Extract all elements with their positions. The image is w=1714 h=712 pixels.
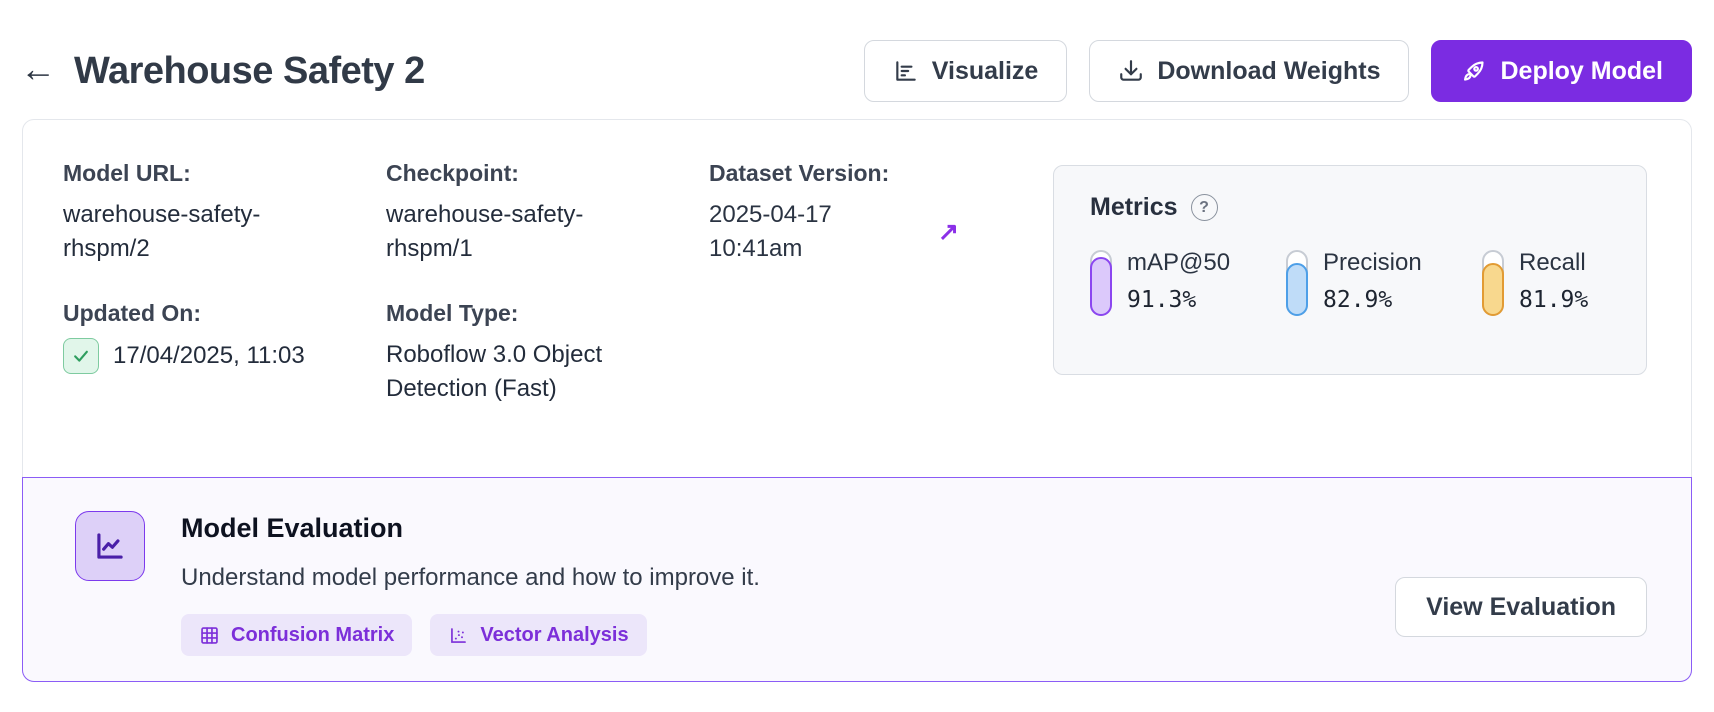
page-title: Warehouse Safety 2 (74, 50, 425, 93)
metric-gauge (1090, 250, 1112, 316)
dataset-version-value: 2025-04-17 10:41am (709, 198, 929, 266)
view-evaluation-label: View Evaluation (1426, 593, 1616, 622)
confusion-matrix-label: Confusion Matrix (231, 624, 394, 647)
dataset-version-link[interactable]: 2025-04-17 10:41am ↗ (709, 198, 959, 266)
checkpoint-field: Checkpoint: warehouse-safety-rhspm/1 (386, 158, 709, 266)
updated-on-value: 17/04/2025, 11:03 (113, 339, 305, 373)
visualize-label: Visualize (932, 57, 1039, 86)
model-fields: Model URL: warehouse-safety-rhspm/2 Upda… (63, 158, 1009, 477)
model-url-value: warehouse-safety-rhspm/2 (63, 198, 313, 266)
visualize-button[interactable]: Visualize (864, 40, 1068, 102)
line-chart-icon (75, 511, 145, 581)
metric-label: Precision (1323, 248, 1422, 278)
model-page: ← Warehouse Safety 2 Visualize Download … (0, 0, 1714, 682)
download-icon (1118, 58, 1144, 84)
scatter-icon (448, 625, 469, 646)
back-button[interactable]: ← (20, 51, 56, 91)
vector-analysis-label: Vector Analysis (480, 624, 628, 647)
metric-map50: mAP@50 91.3% (1090, 248, 1286, 316)
evaluation-tags: Confusion Matrix Vector Analysis (181, 614, 760, 656)
metrics-row: mAP@50 91.3% Precision 82.9% (1090, 248, 1610, 316)
header-actions: Visualize Download Weights (864, 40, 1692, 102)
vector-analysis-tag[interactable]: Vector Analysis (430, 614, 646, 656)
deploy-model-button[interactable]: Deploy Model (1431, 40, 1692, 102)
metric-label: Recall (1519, 248, 1588, 278)
model-evaluation-panel: Model Evaluation Understand model perfor… (22, 477, 1692, 682)
metric-gauge (1286, 250, 1308, 316)
model-info-section: Model URL: warehouse-safety-rhspm/2 Upda… (23, 120, 1691, 477)
dataset-version-label: Dataset Version: (709, 158, 959, 188)
external-link-arrow-icon: ↗ (938, 220, 959, 245)
model-type-label: Model Type: (386, 298, 659, 328)
updated-on-field: Updated On: 17/04/2025, 11:03 (63, 298, 386, 374)
confusion-matrix-tag[interactable]: Confusion Matrix (181, 614, 412, 656)
checkpoint-label: Checkpoint: (386, 158, 659, 188)
evaluation-description: Understand model performance and how to … (181, 563, 760, 593)
help-icon[interactable]: ? (1191, 194, 1218, 221)
field-column: Model URL: warehouse-safety-rhspm/2 Upda… (63, 158, 386, 477)
bar-chart-horizontal-icon (893, 58, 919, 84)
evaluation-text: Model Evaluation Understand model perfor… (181, 511, 760, 656)
metric-recall: Recall 81.9% (1482, 248, 1588, 316)
model-type-value: Roboflow 3.0 Object Detection (Fast) (386, 338, 646, 406)
page-header: ← Warehouse Safety 2 Visualize Download … (22, 40, 1692, 102)
checkpoint-value: warehouse-safety-rhspm/1 (386, 198, 636, 266)
view-evaluation-button[interactable]: View Evaluation (1395, 577, 1647, 637)
field-column: Checkpoint: warehouse-safety-rhspm/1 Mod… (386, 158, 709, 477)
grid-icon (199, 625, 220, 646)
check-icon (63, 338, 99, 374)
download-weights-button[interactable]: Download Weights (1089, 40, 1409, 102)
model-url-field: Model URL: warehouse-safety-rhspm/2 (63, 158, 386, 266)
metric-value: 91.3% (1127, 287, 1230, 313)
metric-value: 82.9% (1323, 287, 1422, 313)
metric-value: 81.9% (1519, 287, 1588, 313)
download-weights-label: Download Weights (1157, 57, 1380, 86)
metric-precision: Precision 82.9% (1286, 248, 1482, 316)
model-type-field: Model Type: Roboflow 3.0 Object Detectio… (386, 298, 709, 406)
metric-gauge (1482, 250, 1504, 316)
model-card: Model URL: warehouse-safety-rhspm/2 Upda… (22, 119, 1692, 682)
dataset-version-field: Dataset Version: 2025-04-17 10:41am ↗ (709, 158, 1009, 266)
rocket-icon (1460, 58, 1487, 85)
metric-label: mAP@50 (1127, 248, 1230, 278)
field-column: Dataset Version: 2025-04-17 10:41am ↗ (709, 158, 1009, 477)
metrics-title: Metrics (1090, 193, 1178, 222)
deploy-model-label: Deploy Model (1500, 57, 1663, 86)
evaluation-title: Model Evaluation (181, 513, 760, 543)
model-url-label: Model URL: (63, 158, 336, 188)
updated-on-label: Updated On: (63, 298, 336, 328)
metrics-panel: Metrics ? mAP@50 91.3% Precisi (1053, 165, 1647, 375)
